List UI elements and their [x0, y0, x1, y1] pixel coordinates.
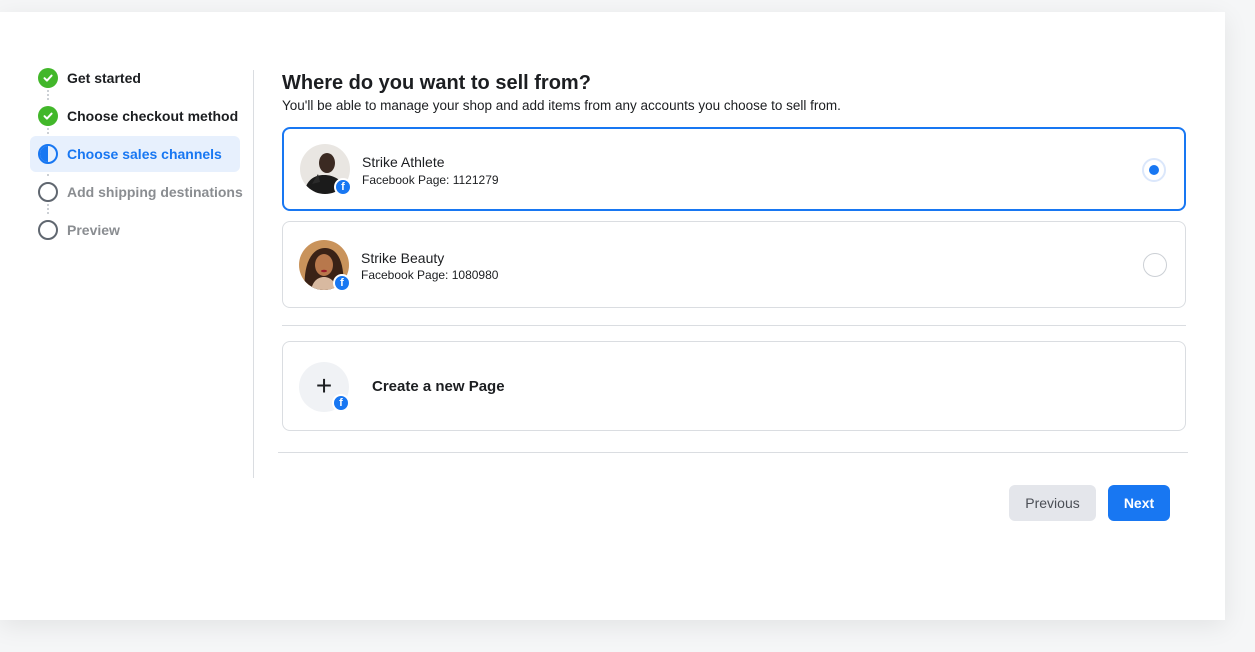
facebook-icon: f [332, 394, 350, 412]
avatar: f [299, 240, 351, 292]
avatar: f [300, 144, 352, 196]
facebook-icon: f [333, 274, 351, 292]
page-title: Where do you want to sell from? [282, 72, 591, 94]
check-circle-icon [38, 106, 58, 126]
page-option-strike-athlete[interactable]: f Strike Athlete Facebook Page: 1121279 [282, 127, 1186, 211]
next-button[interactable]: Next [1108, 485, 1170, 521]
sidebar-divider [253, 70, 254, 478]
setup-stepper: Get started Choose checkout method Choos… [30, 60, 243, 250]
half-circle-icon [38, 144, 58, 164]
page-id: Facebook Page: 1080980 [361, 268, 499, 282]
empty-circle-icon [38, 182, 58, 202]
empty-circle-icon [38, 220, 58, 240]
page-subtitle: You'll be able to manage your shop and a… [282, 98, 841, 113]
app-window: Get started Choose checkout method Choos… [0, 12, 1225, 620]
radio-selected[interactable] [1142, 158, 1166, 182]
footer-divider [278, 452, 1188, 453]
page-name: Strike Athlete [362, 154, 445, 170]
main-content: Where do you want to sell from? You'll b… [282, 72, 1186, 431]
previous-button[interactable]: Previous [1009, 485, 1096, 521]
create-page-option[interactable]: + f Create a new Page [282, 341, 1186, 431]
create-page-avatar: + f [299, 362, 350, 412]
step-label: Choose sales channels [67, 146, 222, 162]
page-option-strike-beauty[interactable]: f Strike Beauty Facebook Page: 1080980 [282, 221, 1186, 308]
step-preview[interactable]: Preview [30, 212, 240, 248]
options-divider [282, 325, 1186, 326]
step-label: Preview [67, 222, 120, 238]
check-circle-icon [38, 68, 58, 88]
step-get-started[interactable]: Get started [30, 60, 240, 96]
step-label: Choose checkout method [67, 108, 239, 124]
step-choose-checkout-method[interactable]: Choose checkout method [30, 98, 240, 134]
page-id: Facebook Page: 1121279 [362, 173, 499, 187]
create-page-label: Create a new Page [372, 378, 505, 395]
step-add-shipping-destinations[interactable]: Add shipping destinations [30, 174, 243, 210]
step-choose-sales-channels[interactable]: Choose sales channels [30, 136, 240, 172]
page-name: Strike Beauty [361, 250, 445, 266]
radio-unselected[interactable] [1143, 253, 1167, 277]
facebook-icon: f [334, 178, 352, 196]
step-label: Get started [67, 70, 141, 86]
step-label: Add shipping destinations [67, 184, 243, 200]
plus-icon: + [315, 369, 333, 401]
